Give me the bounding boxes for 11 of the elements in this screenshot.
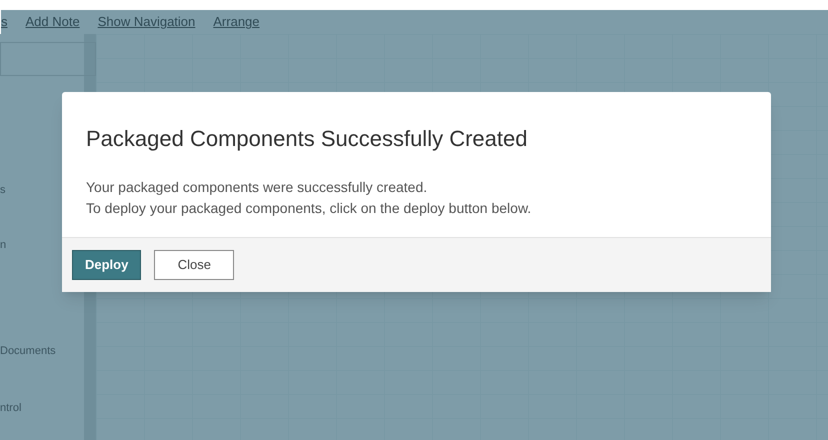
deploy-button[interactable]: Deploy xyxy=(72,250,142,280)
toolbar-link[interactable]: s xyxy=(1,12,8,32)
close-button[interactable]: Close xyxy=(154,250,234,280)
toolbar-link[interactable]: Show Navigation xyxy=(98,12,196,32)
dialog-title: Packaged Components Successfully Created xyxy=(85,125,528,153)
dialog-message: To deploy your packaged components, click on the deploy button below. xyxy=(86,199,532,218)
toolbar-link[interactable]: Add Note xyxy=(26,12,80,32)
sidebar-item[interactable]: Documents xyxy=(0,343,84,360)
dialog-message: Your packaged components were successfully created. xyxy=(86,178,428,197)
toolbar-link[interactable]: Arrange xyxy=(213,12,260,32)
sidebar-item[interactable]: ntrol xyxy=(0,400,84,416)
